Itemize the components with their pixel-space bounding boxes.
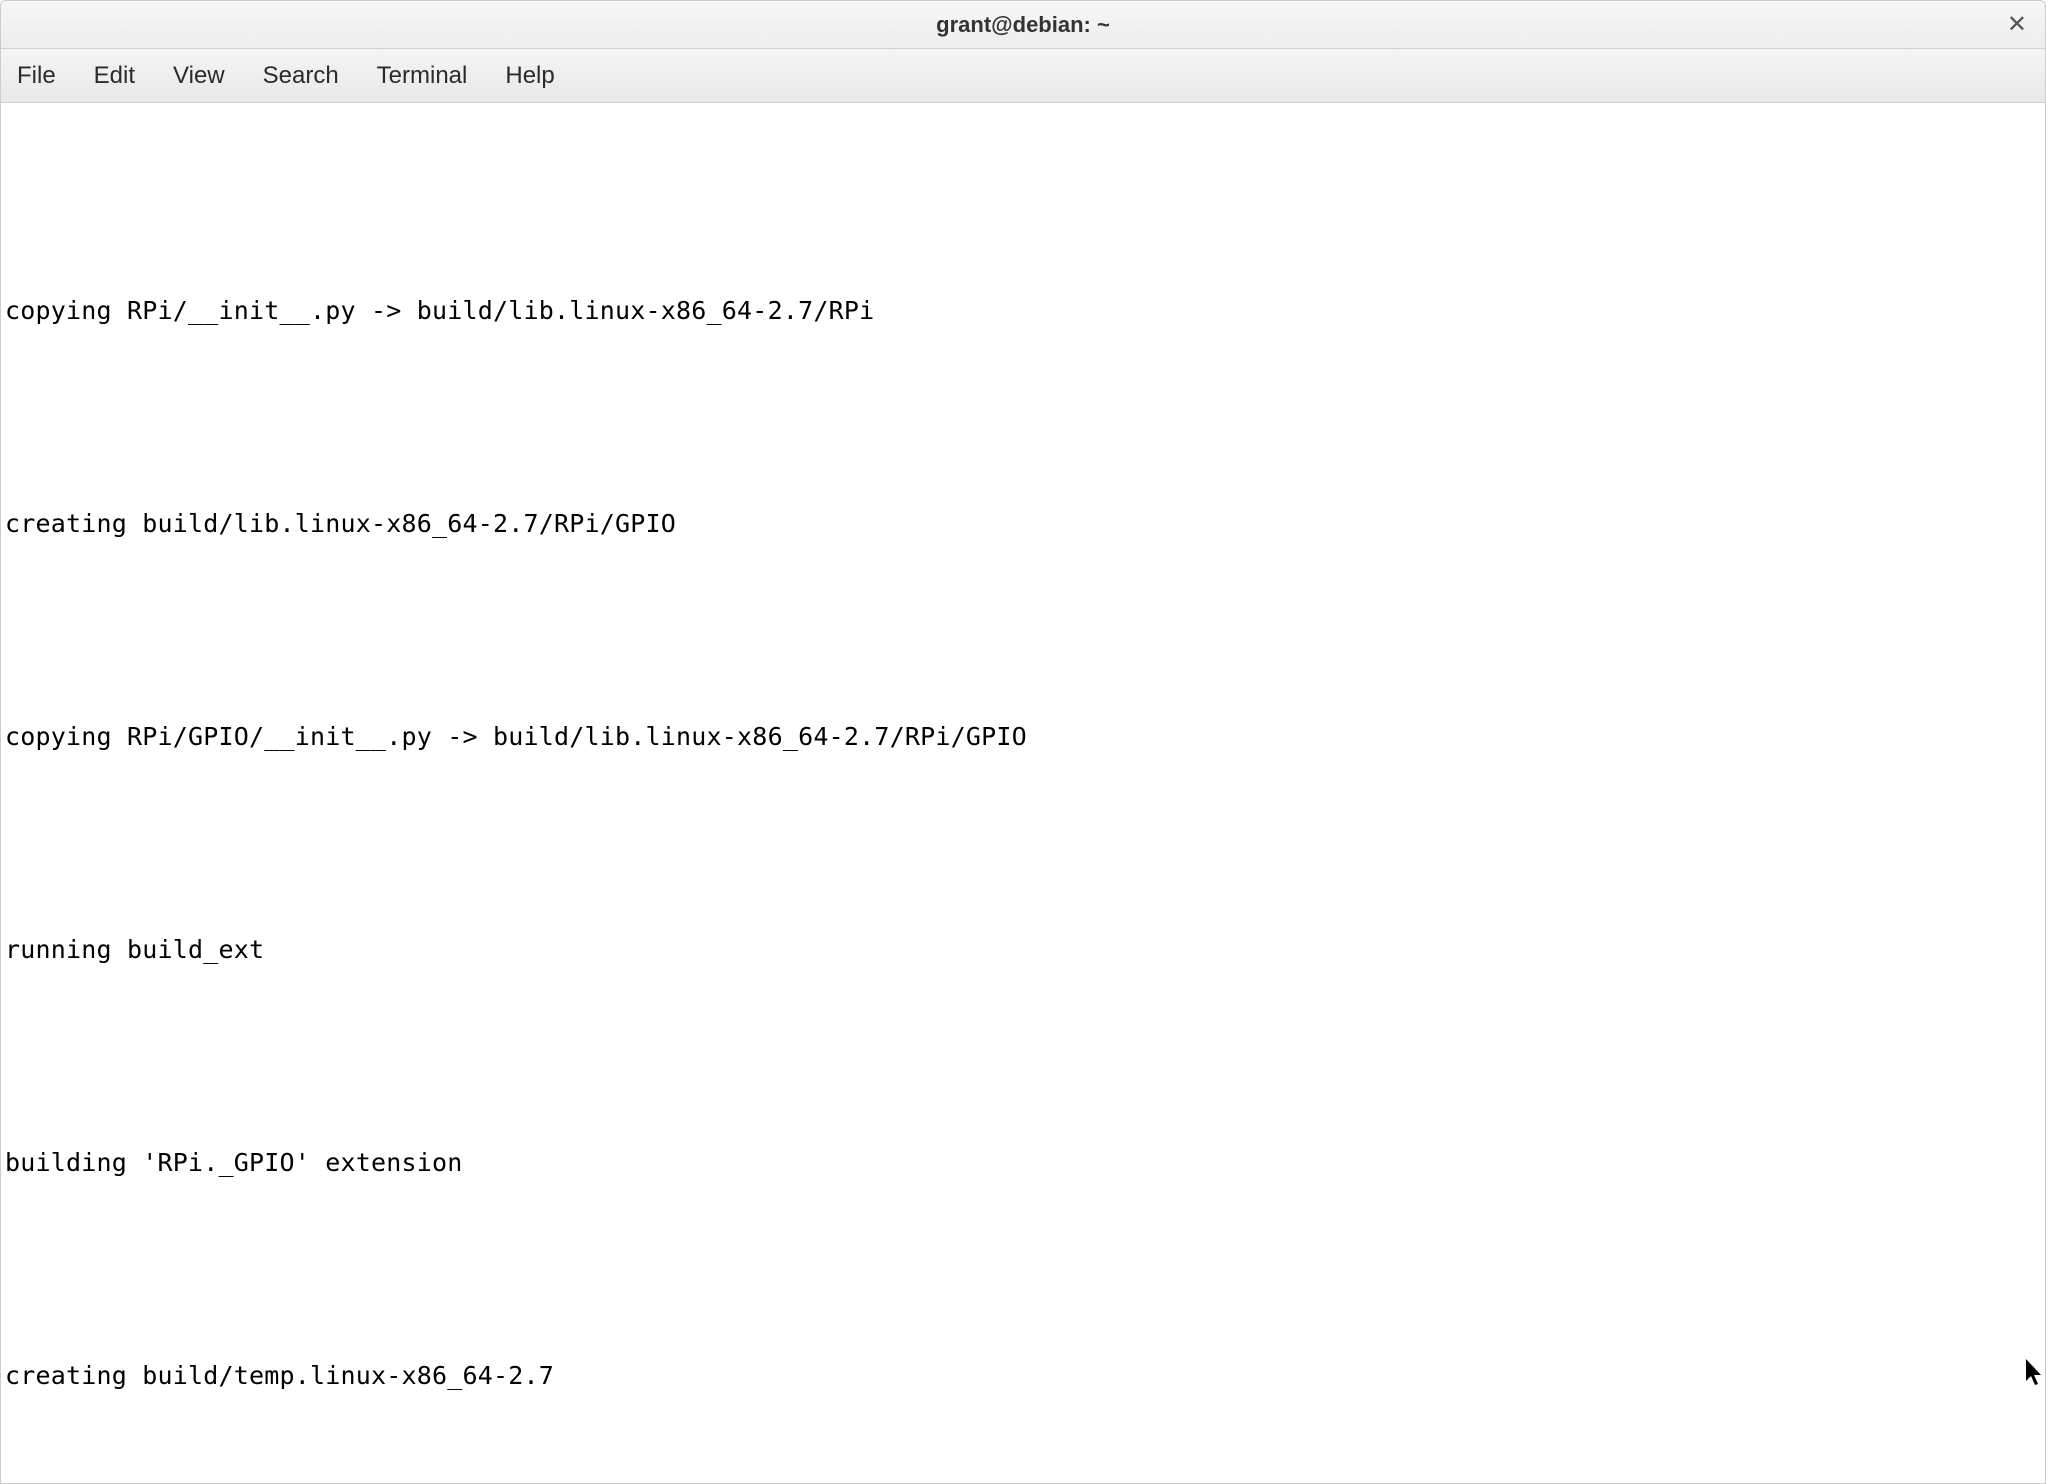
terminal-line: creating build/temp.linux-x86_64-2.7	[5, 1358, 2041, 1394]
menu-help[interactable]: Help	[499, 58, 560, 94]
terminal-line: building 'RPi._GPIO' extension	[5, 1145, 2041, 1181]
terminal-line	[5, 1464, 2041, 1483]
titlebar: grant@debian: ~ ✕	[1, 1, 2045, 49]
terminal-line: running build_ext	[5, 932, 2041, 968]
menubar: File Edit View Search Terminal Help	[1, 49, 2045, 103]
terminal-line	[5, 186, 2041, 222]
close-icon[interactable]: ✕	[2007, 13, 2027, 37]
terminal-line: copying RPi/__init__.py -> build/lib.lin…	[5, 293, 2041, 329]
terminal-line	[5, 399, 2041, 435]
terminal-line	[5, 825, 2041, 861]
terminal-line: copying RPi/GPIO/__init__.py -> build/li…	[5, 719, 2041, 755]
window-title: grant@debian: ~	[936, 12, 1110, 38]
terminal-line	[5, 1251, 2041, 1287]
terminal-line	[5, 1038, 2041, 1074]
terminal-line	[5, 612, 2041, 648]
terminal-output[interactable]: copying RPi/__init__.py -> build/lib.lin…	[1, 103, 2045, 1483]
menu-view[interactable]: View	[167, 58, 231, 94]
menu-search[interactable]: Search	[257, 58, 345, 94]
terminal-window: grant@debian: ~ ✕ File Edit View Search …	[0, 0, 2046, 1484]
menu-file[interactable]: File	[11, 58, 62, 94]
terminal-line: creating build/lib.linux-x86_64-2.7/RPi/…	[5, 506, 2041, 542]
menu-edit[interactable]: Edit	[88, 58, 141, 94]
menu-terminal[interactable]: Terminal	[371, 58, 474, 94]
